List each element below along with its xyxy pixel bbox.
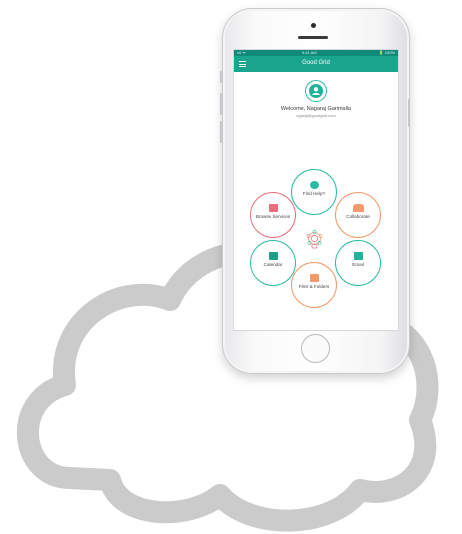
book-icon	[268, 204, 278, 212]
calendar-label: Calendar	[263, 262, 283, 267]
user-icon	[309, 84, 323, 98]
email-button[interactable]: Email	[335, 240, 381, 286]
browse-services-button[interactable]: Browse Services	[250, 192, 296, 238]
files-folders-button[interactable]: Files & Folders	[291, 262, 337, 308]
power-button	[408, 99, 410, 127]
app-title: Good Grid	[302, 60, 330, 66]
volume-down-button	[220, 121, 222, 143]
collaborate-button[interactable]: Collaborate	[335, 192, 381, 238]
browse-services-label: Browse Services	[255, 214, 291, 219]
app-screen: ııll ᯤ 9:41 AM 🔋 100% Good Grid Welcome,…	[233, 49, 399, 331]
calendar-icon	[268, 252, 278, 260]
collaborate-label: Collaborate	[346, 214, 370, 219]
calendar-button[interactable]: Calendar	[250, 240, 296, 286]
folder-icon	[309, 274, 319, 282]
home-button[interactable]	[301, 334, 330, 363]
phone-mockup: ııll ᯤ 9:41 AM 🔋 100% Good Grid Welcome,…	[220, 8, 410, 374]
envelope-icon	[353, 252, 363, 260]
avatar[interactable]	[305, 80, 327, 102]
welcome-text: Welcome, Nagaraj Garimalla	[280, 106, 352, 112]
files-folders-label: Files & Folders	[298, 284, 330, 289]
find-help-label: Find Help?	[302, 191, 326, 196]
earpiece-speaker	[298, 36, 328, 39]
volume-up-button	[220, 93, 222, 115]
front-camera	[311, 23, 316, 28]
email-label: Email	[352, 262, 364, 267]
hub-logo-icon	[306, 230, 323, 249]
mute-switch	[220, 71, 222, 83]
user-email: ngaraj@goodgrid.com	[296, 113, 336, 118]
app-bar: Good Grid	[234, 56, 398, 72]
find-help-button[interactable]: Find Help?	[291, 169, 337, 215]
people-icon	[352, 204, 364, 212]
lifebuoy-icon	[309, 181, 319, 189]
